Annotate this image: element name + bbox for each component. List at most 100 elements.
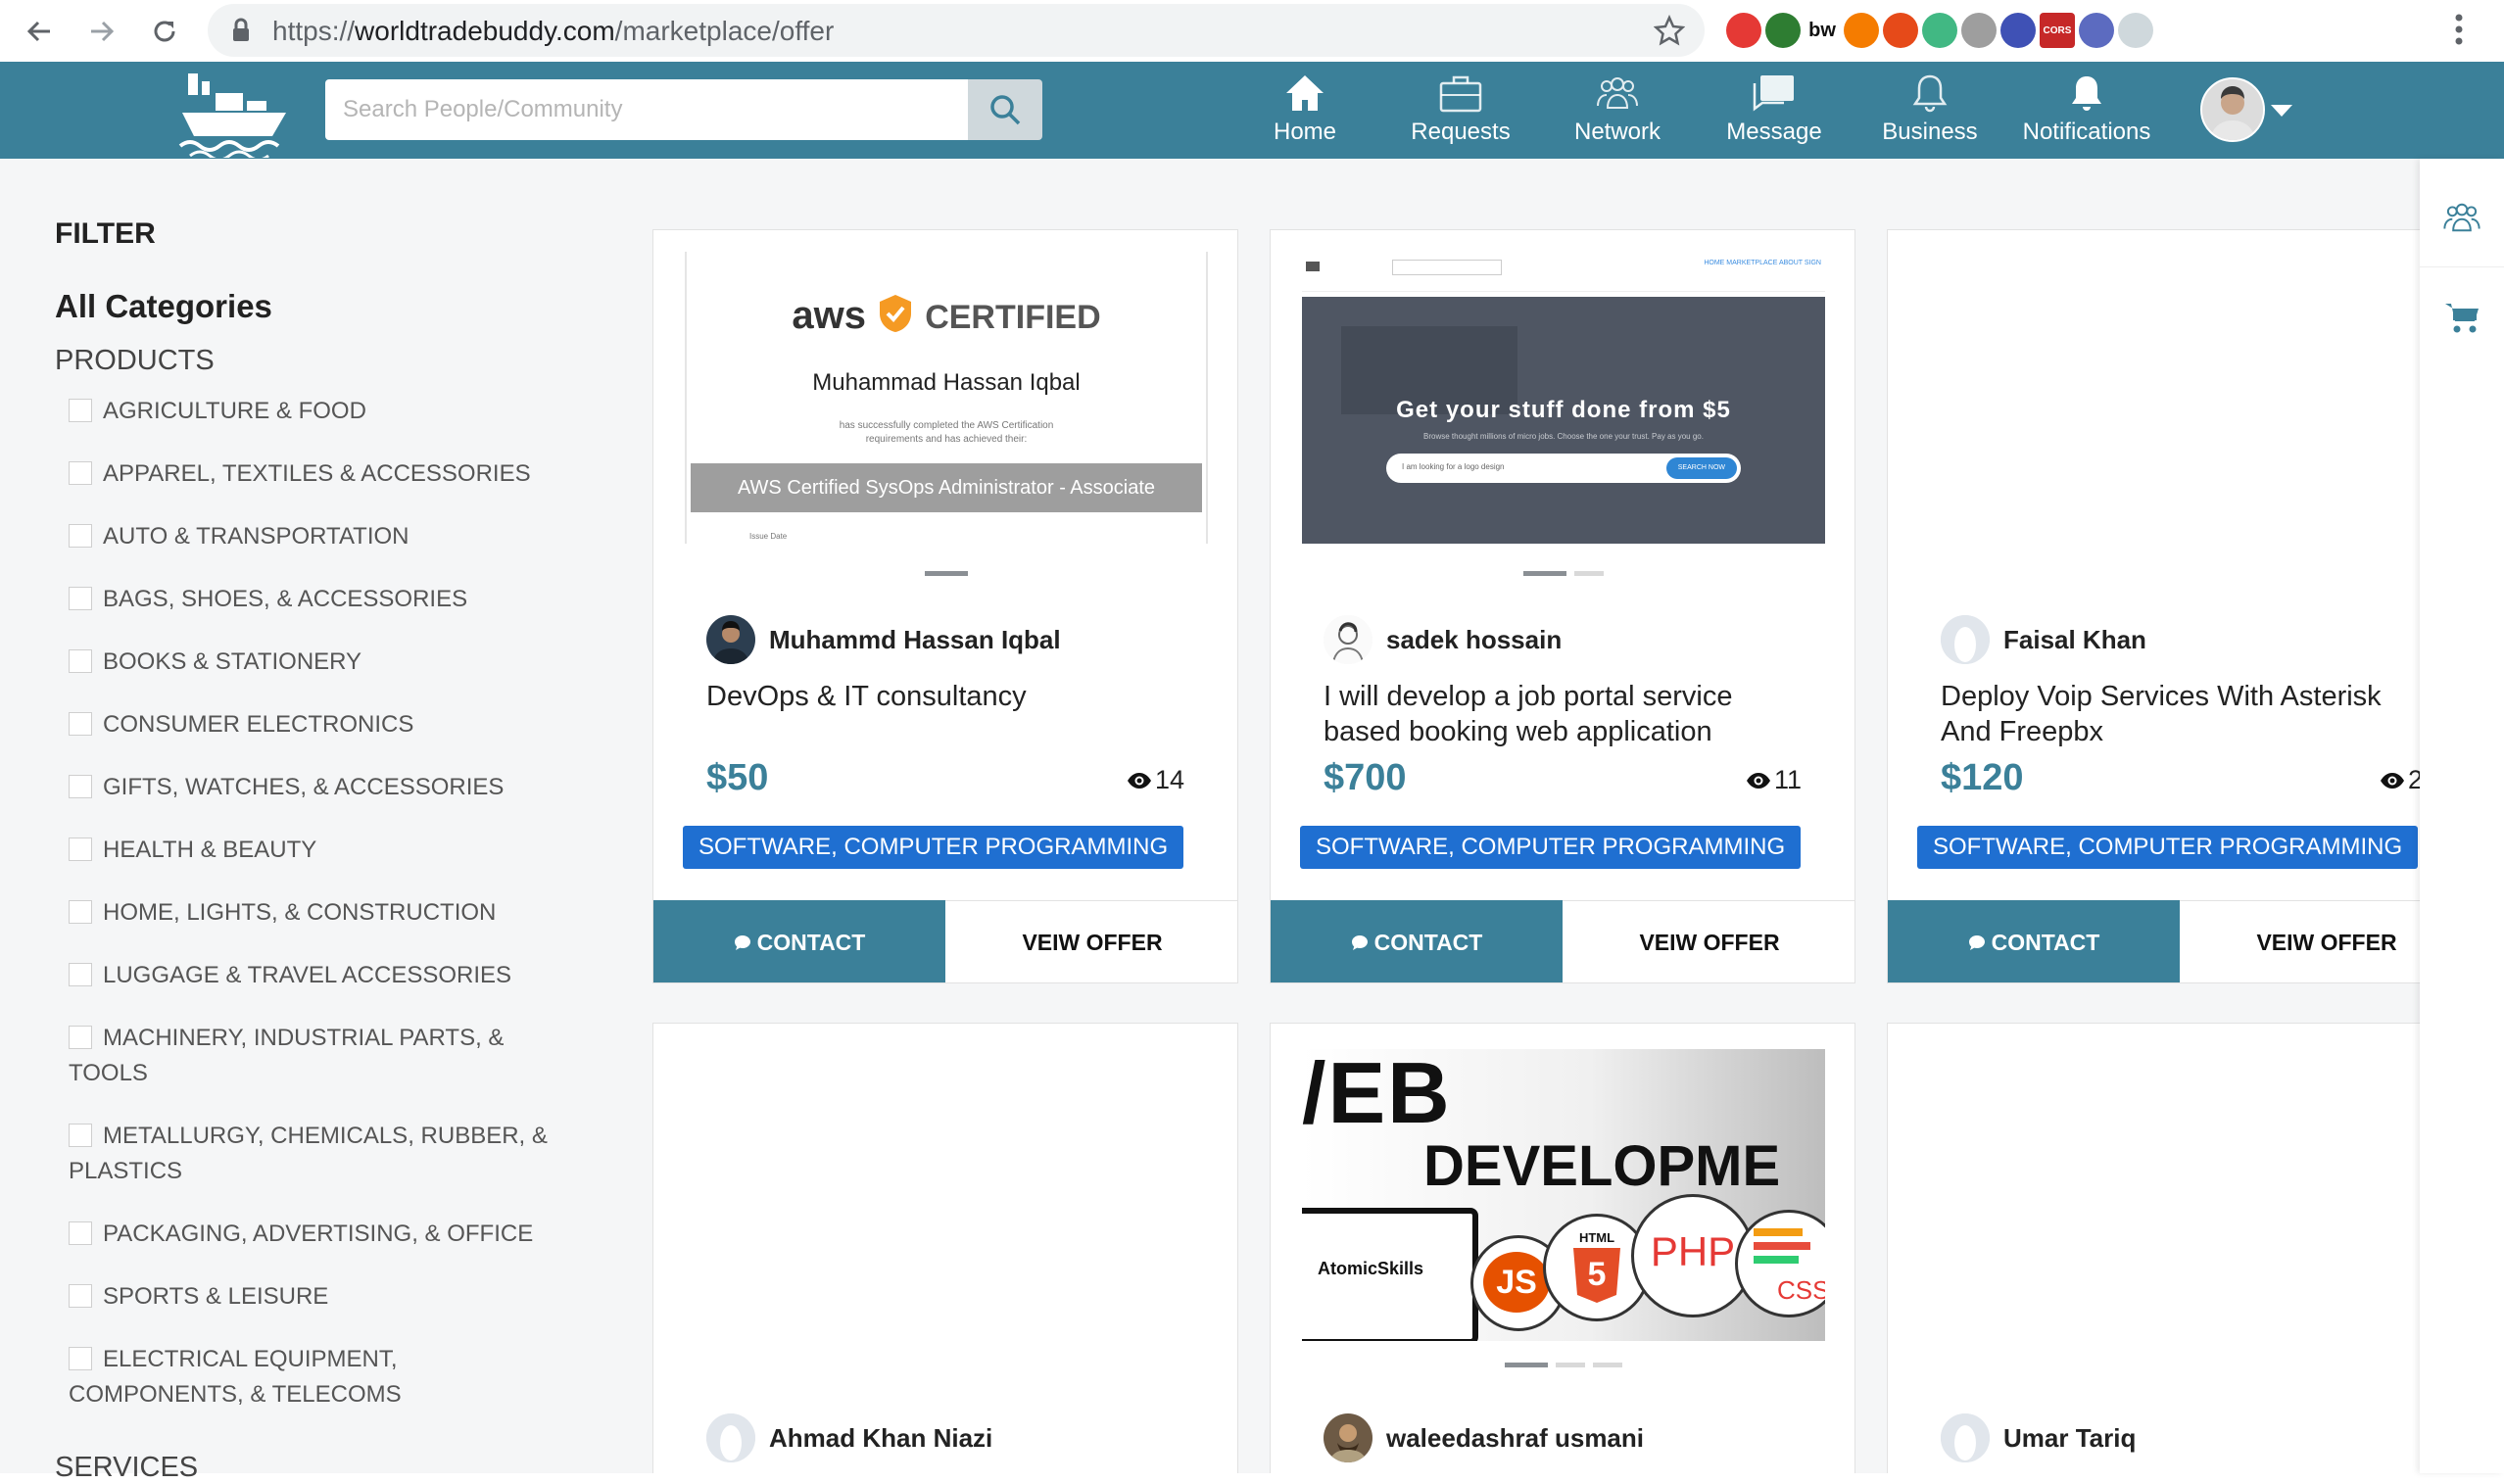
browser-menu-icon[interactable]: [2449, 10, 2469, 49]
carousel-dot[interactable]: [1556, 1363, 1585, 1367]
url-text[interactable]: https://worldtradebuddy.com/marketplace/…: [272, 16, 834, 47]
cors-icon[interactable]: CORS: [2040, 13, 2075, 48]
category-checkbox[interactable]: [69, 775, 92, 798]
category-gifts[interactable]: GIFTS, WATCHES, & ACCESSORIES: [69, 770, 558, 805]
category-checkbox[interactable]: [69, 712, 92, 736]
offer-image-empty[interactable]: [1919, 252, 2420, 544]
profile-icon[interactable]: [2118, 13, 2153, 48]
category-checkbox[interactable]: [69, 1347, 92, 1370]
carousel-dot[interactable]: [1574, 571, 1604, 576]
offer-image-job-portal[interactable]: HOME MARKETPLACE ABOUT SIGN Get your stu…: [1302, 252, 1825, 544]
category-books[interactable]: BOOKS & STATIONERY: [69, 645, 558, 680]
search-button[interactable]: [968, 79, 1042, 140]
lifebuoy-icon[interactable]: [1883, 13, 1918, 48]
category-electronics[interactable]: CONSUMER ELECTRONICS: [69, 707, 558, 742]
bookmark-star-icon[interactable]: [1654, 15, 1685, 46]
contact-button[interactable]: CONTACT: [1271, 900, 1563, 982]
category-metallurgy[interactable]: METALLURGY, CHEMICALS, RUBBER, & PLASTIC…: [69, 1119, 558, 1189]
carousel-dot[interactable]: [1523, 571, 1566, 576]
category-checkbox[interactable]: [69, 524, 92, 548]
category-checkbox[interactable]: [69, 838, 92, 861]
seller-info[interactable]: Muhammd Hassan Iqbal: [706, 615, 1061, 664]
offer-card: Umar Tariq: [1887, 1023, 2420, 1473]
category-checkbox[interactable]: [69, 1221, 92, 1245]
floating-network-button[interactable]: [2420, 168, 2504, 267]
category-machinery[interactable]: MACHINERY, INDUSTRIAL PARTS, & TOOLS: [69, 1021, 558, 1091]
category-tag[interactable]: SOFTWARE, COMPUTER PROGRAMMING: [1300, 826, 1802, 869]
offer-title[interactable]: Deploy Voip Services With Asterisk And F…: [1941, 679, 2420, 749]
category-checkbox[interactable]: [69, 1284, 92, 1308]
seller-info[interactable]: Umar Tariq: [1941, 1413, 2136, 1462]
globe-icon[interactable]: [1961, 13, 1997, 48]
offer-card: aws CERTIFIED Muhammad Hassan Iqbal has …: [652, 229, 1238, 983]
category-tag[interactable]: SOFTWARE, COMPUTER PROGRAMMING: [1917, 826, 2419, 869]
carousel-dot[interactable]: [1505, 1363, 1548, 1367]
contact-button[interactable]: CONTACT: [1888, 900, 2180, 982]
view-offer-label: VEIW OFFER: [1022, 930, 1163, 955]
category-checkbox[interactable]: [69, 399, 92, 422]
category-apparel[interactable]: APPAREL, TEXTILES & ACCESSORIES: [69, 456, 558, 492]
seller-name: Ahmad Khan Niazi: [769, 1422, 993, 1453]
search-input[interactable]: [325, 79, 968, 140]
mountain-icon[interactable]: [1765, 13, 1801, 48]
forward-button[interactable]: [78, 8, 125, 55]
category-sports[interactable]: SPORTS & LEISURE: [69, 1279, 558, 1315]
bell-icon: [2072, 76, 2101, 111]
nav-business[interactable]: Business: [1856, 72, 2003, 154]
category-checkbox[interactable]: [69, 900, 92, 924]
offer-title[interactable]: DevOps & IT consultancy: [706, 679, 1196, 749]
category-checkbox[interactable]: [69, 587, 92, 610]
view-offer-button[interactable]: VEIW OFFER: [2180, 900, 2420, 982]
mockup-navbar: HOME MARKETPLACE ABOUT SIGN: [1302, 252, 1825, 292]
offer-image-empty[interactable]: [685, 1045, 1208, 1337]
nav-home[interactable]: Home: [1231, 72, 1378, 154]
address-bar[interactable]: https://worldtradebuddy.com/marketplace/…: [208, 4, 1705, 57]
category-home[interactable]: HOME, LIGHTS, & CONSTRUCTION: [69, 895, 558, 931]
category-checkbox[interactable]: [69, 461, 92, 485]
carousel-dot[interactable]: [925, 571, 968, 576]
offer-price: $120: [1941, 757, 2024, 798]
carousel-dot[interactable]: [1593, 1363, 1622, 1367]
category-agriculture[interactable]: AGRICULTURE & FOOD: [69, 394, 558, 429]
nav-requests[interactable]: Requests: [1387, 72, 1534, 154]
ublock-icon[interactable]: [1726, 13, 1761, 48]
seller-name: sadek hossain: [1386, 624, 1563, 654]
floating-cart-button[interactable]: [2420, 268, 2504, 366]
link-icon[interactable]: [2079, 13, 2114, 48]
category-checkbox[interactable]: [69, 1124, 92, 1147]
nav-message[interactable]: Message: [1701, 72, 1848, 154]
category-electrical[interactable]: ELECTRICAL EQUIPMENT, COMPONENTS, & TELE…: [69, 1342, 558, 1412]
offers-grid: aws CERTIFIED Muhammad Hassan Iqbal has …: [617, 159, 2420, 1473]
rss-icon[interactable]: [1844, 13, 1879, 48]
back-button[interactable]: [16, 8, 63, 55]
view-offer-button[interactable]: VEIW OFFER: [945, 900, 1237, 982]
category-checkbox[interactable]: [69, 649, 92, 673]
category-tag[interactable]: SOFTWARE, COMPUTER PROGRAMMING: [683, 826, 1184, 869]
category-health[interactable]: HEALTH & BEAUTY: [69, 833, 558, 868]
category-packaging[interactable]: PACKAGING, ADVERTISING, & OFFICE: [69, 1217, 558, 1252]
category-luggage[interactable]: LUGGAGE & TRAVEL ACCESSORIES: [69, 958, 558, 993]
ship-logo[interactable]: [176, 68, 292, 158]
offer-title[interactable]: I will develop a job portal service base…: [1324, 679, 1813, 749]
category-auto[interactable]: AUTO & TRANSPORTATION: [69, 519, 558, 554]
seller-info[interactable]: sadek hossain: [1324, 615, 1562, 664]
opera-icon[interactable]: [2000, 13, 2036, 48]
seller-info[interactable]: Faisal Khan: [1941, 615, 2146, 664]
offer-image-aws-certificate[interactable]: aws CERTIFIED Muhammad Hassan Iqbal has …: [685, 252, 1208, 544]
vue-icon[interactable]: [1922, 13, 1957, 48]
bw-icon[interactable]: bw: [1805, 13, 1840, 48]
offer-image-empty[interactable]: [1919, 1045, 2420, 1337]
seller-info[interactable]: Ahmad Khan Niazi: [706, 1413, 992, 1462]
user-avatar[interactable]: [2200, 77, 2265, 142]
account-menu-caret-icon[interactable]: [2271, 105, 2292, 117]
contact-button[interactable]: CONTACT: [653, 900, 945, 982]
category-checkbox[interactable]: [69, 1026, 92, 1049]
reload-button[interactable]: [141, 8, 188, 55]
nav-network[interactable]: Network: [1544, 72, 1691, 154]
category-checkbox[interactable]: [69, 963, 92, 986]
offer-image-web-development[interactable]: /EB DEVELOPME AtomicSkills JS HTML 5 PHP…: [1302, 1049, 1825, 1341]
seller-info[interactable]: waleedashraf usmani: [1324, 1413, 1644, 1462]
nav-notifications[interactable]: Notifications: [2013, 72, 2160, 154]
view-offer-button[interactable]: VEIW OFFER: [1563, 900, 1854, 982]
category-bags[interactable]: BAGS, SHOES, & ACCESSORIES: [69, 582, 558, 617]
